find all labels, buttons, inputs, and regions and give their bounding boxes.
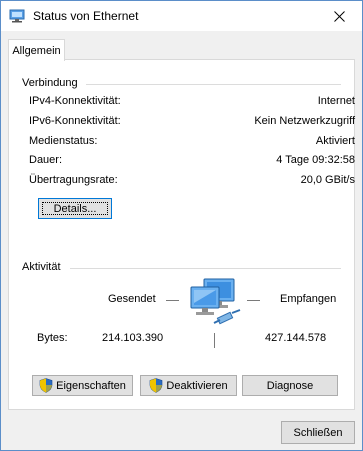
details-button-label: Details... [53, 202, 97, 215]
deactivate-button-label: Deaktivieren [166, 379, 228, 392]
uac-shield-icon [150, 378, 163, 393]
ipv6-row: IPv6-Konnektivität: Kein Netzwerkzugriff [29, 115, 355, 131]
close-button-label: Schließen [293, 426, 343, 439]
activity-group-label: Aktivität [22, 261, 61, 273]
bytes-separator [214, 333, 215, 348]
bytes-label: Bytes: [37, 332, 68, 344]
duration-row: Dauer: 4 Tage 09:32:58 [29, 154, 355, 170]
close-icon [333, 10, 345, 22]
ipv4-value: Internet [317, 95, 355, 107]
received-label: Empfangen [280, 293, 337, 305]
tab-allgemein[interactable]: Allgemein [8, 39, 65, 61]
properties-button-label: Eigenschaften [56, 379, 126, 392]
ipv4-label: IPv4-Konnektivität: [29, 95, 121, 107]
properties-button[interactable]: Eigenschaften [32, 375, 133, 396]
close-button[interactable]: Schließen [281, 421, 355, 444]
diagnose-button-label: Diagnose [266, 379, 314, 392]
close-window-button[interactable] [316, 1, 362, 31]
duration-label: Dauer: [29, 154, 63, 166]
ipv4-row: IPv4-Konnektivität: Internet [29, 95, 355, 111]
media-status-value: Aktiviert [315, 135, 355, 147]
speed-value: 20,0 GBit/s [300, 174, 355, 186]
sent-dash [166, 300, 179, 301]
tab-panel [8, 59, 355, 410]
speed-label: Übertragungsrate: [29, 174, 118, 186]
diagnose-button[interactable]: Diagnose [242, 375, 338, 396]
ipv6-label: IPv6-Konnektivität: [29, 115, 121, 127]
activity-group-divider [70, 268, 341, 269]
connection-group-divider [86, 84, 341, 85]
uac-shield-icon [39, 378, 53, 393]
status-dialog: Status von Ethernet Allgemein Verbindung… [0, 0, 363, 451]
bytes-received-value: 427.144.578 [265, 332, 327, 344]
media-status-row: Medienstatus: Aktiviert [29, 135, 355, 151]
network-computers-icon [190, 278, 241, 325]
bytes-sent-value: 214.103.390 [102, 332, 164, 344]
deactivate-button[interactable]: Deaktivieren [140, 375, 237, 396]
speed-row: Übertragungsrate: 20,0 GBit/s [29, 174, 355, 190]
title-bar[interactable]: Status von Ethernet [1, 1, 362, 31]
received-dash [247, 300, 260, 301]
connection-group-label: Verbindung [22, 77, 78, 89]
ipv6-value: Kein Netzwerkzugriff [254, 115, 355, 127]
duration-value: 4 Tage 09:32:58 [276, 154, 355, 166]
tab-label: Allgemein [12, 44, 61, 57]
media-status-label: Medienstatus: [29, 135, 98, 147]
details-button[interactable]: Details... [38, 198, 112, 219]
sent-label: Gesendet [108, 293, 156, 305]
network-adapter-icon [9, 9, 25, 23]
window-title: Status von Ethernet [33, 9, 139, 23]
